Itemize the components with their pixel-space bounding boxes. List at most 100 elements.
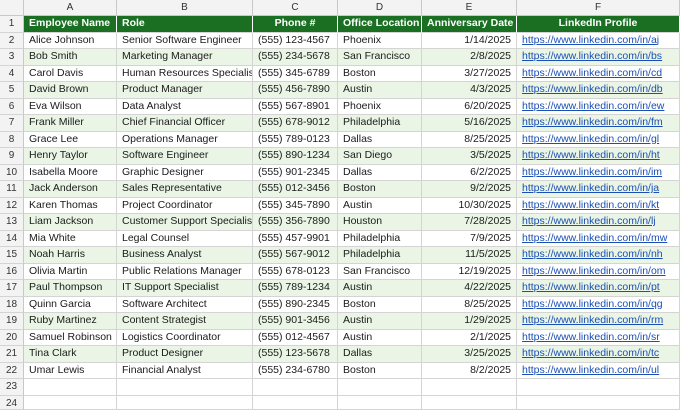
cell-employee-name[interactable]: Eva Wilson <box>24 98 117 115</box>
row-number[interactable]: 2 <box>0 32 24 49</box>
row-number[interactable]: 14 <box>0 230 24 247</box>
table-header-role[interactable]: Role <box>117 16 253 33</box>
empty-cell[interactable] <box>253 379 338 396</box>
cell-phone[interactable]: (555) 356-7890 <box>253 214 338 231</box>
cell-employee-name[interactable]: Olivia Martin <box>24 263 117 280</box>
cell-anniversary-date[interactable]: 7/9/2025 <box>422 230 517 247</box>
cell-role[interactable]: Legal Counsel <box>117 230 253 247</box>
row-number[interactable]: 23 <box>0 379 24 396</box>
linkedin-link[interactable]: https://www.linkedin.com/in/gl <box>517 131 680 148</box>
cell-employee-name[interactable]: Carol Davis <box>24 65 117 82</box>
cell-office-location[interactable]: Philadelphia <box>338 115 422 132</box>
row-number[interactable]: 9 <box>0 148 24 165</box>
linkedin-link[interactable]: https://www.linkedin.com/in/bs <box>517 49 680 66</box>
cell-anniversary-date[interactable]: 9/2/2025 <box>422 181 517 198</box>
column-header-b[interactable]: B <box>117 0 253 16</box>
linkedin-link[interactable]: https://www.linkedin.com/in/rm <box>517 313 680 330</box>
cell-office-location[interactable]: Austin <box>338 197 422 214</box>
cell-phone[interactable]: (555) 890-2345 <box>253 296 338 313</box>
linkedin-link[interactable]: https://www.linkedin.com/in/tc <box>517 346 680 363</box>
cell-phone[interactable]: (555) 012-3456 <box>253 181 338 198</box>
cell-role[interactable]: Customer Support Specialist <box>117 214 253 231</box>
cell-anniversary-date[interactable]: 1/14/2025 <box>422 32 517 49</box>
cell-phone[interactable]: (555) 678-0123 <box>253 263 338 280</box>
cell-role[interactable]: Product Designer <box>117 346 253 363</box>
cell-anniversary-date[interactable]: 6/20/2025 <box>422 98 517 115</box>
cell-employee-name[interactable]: Umar Lewis <box>24 362 117 379</box>
cell-phone[interactable]: (555) 234-6780 <box>253 362 338 379</box>
cell-office-location[interactable]: Austin <box>338 280 422 297</box>
cell-role[interactable]: Software Architect <box>117 296 253 313</box>
row-number[interactable]: 7 <box>0 115 24 132</box>
empty-cell[interactable] <box>117 395 253 410</box>
linkedin-link[interactable]: https://www.linkedin.com/in/cd <box>517 65 680 82</box>
cell-role[interactable]: Software Engineer <box>117 148 253 165</box>
cell-employee-name[interactable]: Mia White <box>24 230 117 247</box>
cell-employee-name[interactable]: Henry Taylor <box>24 148 117 165</box>
row-number[interactable]: 10 <box>0 164 24 181</box>
cell-phone[interactable]: (555) 567-8901 <box>253 98 338 115</box>
cell-employee-name[interactable]: Grace Lee <box>24 131 117 148</box>
empty-cell[interactable] <box>517 379 680 396</box>
cell-anniversary-date[interactable]: 1/29/2025 <box>422 313 517 330</box>
cell-anniversary-date[interactable]: 4/3/2025 <box>422 82 517 99</box>
cell-employee-name[interactable]: Tina Clark <box>24 346 117 363</box>
row-number[interactable]: 24 <box>0 395 24 410</box>
cell-phone[interactable]: (555) 234-5678 <box>253 49 338 66</box>
row-number[interactable]: 15 <box>0 247 24 264</box>
cell-office-location[interactable]: Austin <box>338 82 422 99</box>
cell-role[interactable]: Product Manager <box>117 82 253 99</box>
cell-employee-name[interactable]: Alice Johnson <box>24 32 117 49</box>
cell-office-location[interactable]: Austin <box>338 329 422 346</box>
column-header-e[interactable]: E <box>422 0 517 16</box>
row-number[interactable]: 21 <box>0 346 24 363</box>
cell-anniversary-date[interactable]: 3/27/2025 <box>422 65 517 82</box>
empty-cell[interactable] <box>117 379 253 396</box>
cell-office-location[interactable]: Dallas <box>338 131 422 148</box>
empty-cell[interactable] <box>422 395 517 410</box>
cell-role[interactable]: Marketing Manager <box>117 49 253 66</box>
cell-office-location[interactable]: Phoenix <box>338 32 422 49</box>
cell-phone[interactable]: (555) 345-7890 <box>253 197 338 214</box>
linkedin-link[interactable]: https://www.linkedin.com/in/mw <box>517 230 680 247</box>
cell-role[interactable]: Financial Analyst <box>117 362 253 379</box>
cell-office-location[interactable]: San Francisco <box>338 49 422 66</box>
linkedin-link[interactable]: https://www.linkedin.com/in/aj <box>517 32 680 49</box>
cell-employee-name[interactable]: Ruby Martinez <box>24 313 117 330</box>
cell-office-location[interactable]: Houston <box>338 214 422 231</box>
row-number[interactable]: 19 <box>0 313 24 330</box>
cell-role[interactable]: Project Coordinator <box>117 197 253 214</box>
cell-anniversary-date[interactable]: 2/1/2025 <box>422 329 517 346</box>
row-number[interactable]: 6 <box>0 98 24 115</box>
cell-anniversary-date[interactable]: 11/5/2025 <box>422 247 517 264</box>
cell-office-location[interactable]: Philadelphia <box>338 247 422 264</box>
linkedin-link[interactable]: https://www.linkedin.com/in/ew <box>517 98 680 115</box>
cell-role[interactable]: Business Analyst <box>117 247 253 264</box>
cell-office-location[interactable]: San Francisco <box>338 263 422 280</box>
cell-office-location[interactable]: Boston <box>338 181 422 198</box>
column-header-c[interactable]: C <box>253 0 338 16</box>
row-number[interactable]: 12 <box>0 197 24 214</box>
cell-role[interactable]: Data Analyst <box>117 98 253 115</box>
cell-office-location[interactable]: Boston <box>338 362 422 379</box>
cell-role[interactable]: Content Strategist <box>117 313 253 330</box>
cell-employee-name[interactable]: Isabella Moore <box>24 164 117 181</box>
cell-role[interactable]: Operations Manager <box>117 131 253 148</box>
cell-office-location[interactable]: Philadelphia <box>338 230 422 247</box>
cell-phone[interactable]: (555) 012-4567 <box>253 329 338 346</box>
cell-anniversary-date[interactable]: 3/25/2025 <box>422 346 517 363</box>
linkedin-link[interactable]: https://www.linkedin.com/in/qg <box>517 296 680 313</box>
linkedin-link[interactable]: https://www.linkedin.com/in/pt <box>517 280 680 297</box>
cell-role[interactable]: Sales Representative <box>117 181 253 198</box>
linkedin-link[interactable]: https://www.linkedin.com/in/db <box>517 82 680 99</box>
cell-employee-name[interactable]: David Brown <box>24 82 117 99</box>
cell-phone[interactable]: (555) 123-5678 <box>253 346 338 363</box>
cell-phone[interactable]: (555) 567-9012 <box>253 247 338 264</box>
empty-cell[interactable] <box>24 379 117 396</box>
row-number[interactable]: 22 <box>0 362 24 379</box>
cell-phone[interactable]: (555) 901-2345 <box>253 164 338 181</box>
cell-employee-name[interactable]: Frank Miller <box>24 115 117 132</box>
empty-cell[interactable] <box>517 395 680 410</box>
column-header-d[interactable]: D <box>338 0 422 16</box>
row-number[interactable]: 11 <box>0 181 24 198</box>
